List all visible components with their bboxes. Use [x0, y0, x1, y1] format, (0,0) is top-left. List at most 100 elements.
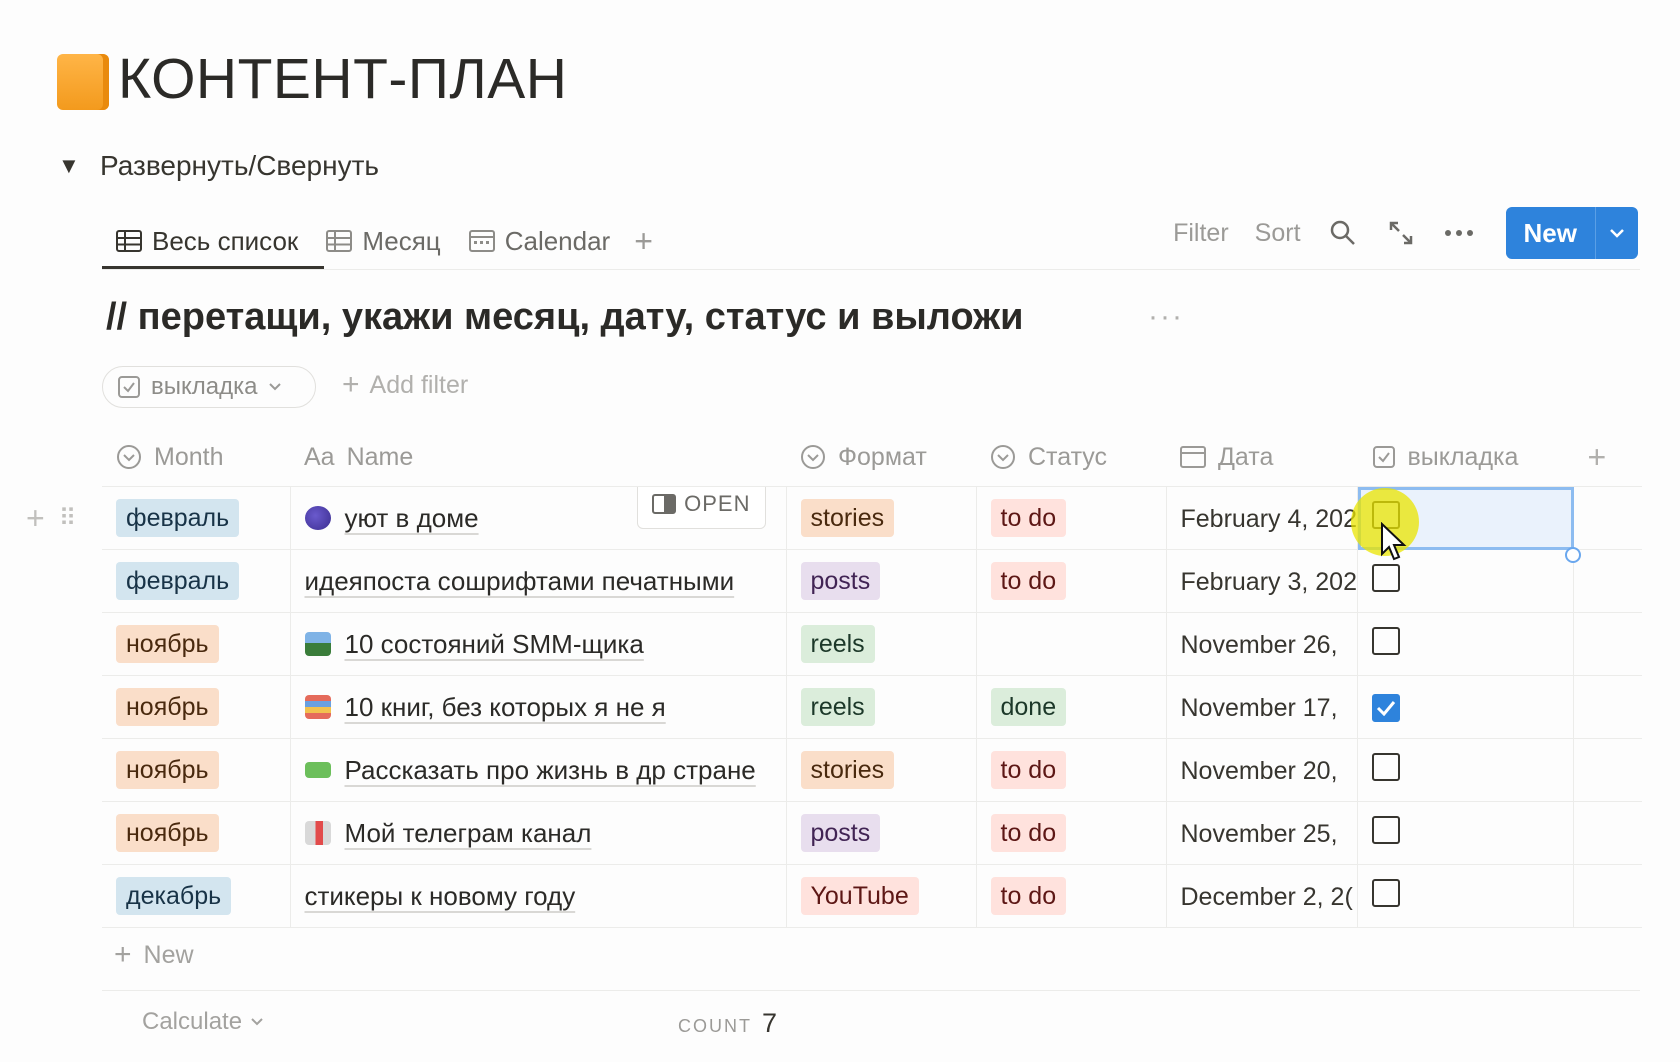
landscape-icon[interactable] — [304, 632, 331, 656]
cell-month[interactable]: декабрь — [102, 864, 291, 928]
table-row[interactable]: ноябрь Мой телеграм канал posts to do Novemb… — [102, 801, 1642, 865]
posted-checkbox[interactable] — [1372, 626, 1400, 655]
count-summary[interactable]: COUNT 7 — [678, 1008, 777, 1039]
cell-posted[interactable] — [1357, 738, 1574, 802]
cell-format[interactable]: stories — [786, 486, 977, 550]
cell-date[interactable]: December 2, 2( — [1166, 864, 1358, 928]
view-title[interactable]: // перетащи, укажи месяц, дату, статус и… — [106, 296, 1023, 339]
bookmark-icon[interactable] — [304, 821, 331, 845]
col-date[interactable]: Дата — [1166, 428, 1358, 487]
chevron-down-icon[interactable] — [1596, 228, 1638, 238]
selection-handle[interactable] — [1565, 547, 1581, 563]
cell-month[interactable]: февраль — [102, 486, 291, 550]
add-row-icon[interactable]: + — [26, 500, 45, 537]
row-title[interactable]: 10 состояний SMM-щика — [345, 629, 644, 660]
col-status[interactable]: Статус — [976, 428, 1166, 487]
cell-month[interactable]: ноябрь — [102, 675, 291, 739]
row-title[interactable]: Мой телеграм канал — [345, 818, 592, 849]
cell-status[interactable]: to do — [976, 549, 1167, 613]
row-title[interactable]: 10 книг, без которых я не я — [345, 692, 666, 723]
cell-date[interactable]: February 4, 202 — [1166, 486, 1358, 550]
row-title[interactable]: стикеры к новому году — [305, 881, 576, 912]
table-row[interactable]: ноябрь 10 книг, без которых я не я reels do… — [102, 675, 1642, 739]
cell-month[interactable]: ноябрь — [102, 738, 291, 802]
cell-status[interactable] — [976, 612, 1167, 676]
cell-name[interactable]: Мой телеграм канал — [290, 801, 787, 865]
cell-name[interactable]: 10 состояний SMM-щика — [290, 612, 787, 676]
cell-month[interactable]: ноябрь — [102, 612, 291, 676]
status-tag: done — [990, 688, 1067, 726]
cell-status[interactable]: to do — [976, 864, 1167, 928]
cell-name[interactable]: 10 книг, без которых я не я — [290, 675, 787, 739]
more-options-icon[interactable] — [1442, 216, 1476, 250]
row-title[interactable]: идеяпоста сошрифтами печатными — [305, 566, 735, 597]
books-icon[interactable] — [304, 695, 331, 719]
col-name[interactable]: Aa Name — [290, 428, 786, 487]
tab-month[interactable]: Месяц — [312, 216, 454, 266]
row-title[interactable]: Рассказать про жизнь в др стране — [345, 755, 756, 786]
cell-posted[interactable] — [1357, 801, 1574, 865]
new-button[interactable]: New — [1506, 218, 1595, 249]
cell-format[interactable]: YouTube — [786, 864, 977, 928]
expand-icon[interactable] — [1384, 216, 1418, 250]
view-title-more-icon[interactable]: ··· — [1148, 300, 1184, 334]
drag-handle-icon[interactable]: ⠿ — [59, 504, 77, 533]
search-icon[interactable] — [1326, 216, 1360, 250]
table-row[interactable]: ноябрь 10 состояний SMM-щика reels November… — [102, 612, 1642, 676]
cell-name[interactable]: идеяпоста сошрифтами печатными — [290, 549, 787, 613]
text-property-icon: Aa — [304, 442, 335, 471]
table-row[interactable]: ноябрь Рассказать про жизнь в др стране st… — [102, 738, 1642, 802]
posted-checkbox[interactable] — [1372, 752, 1400, 781]
cell-format[interactable]: reels — [786, 675, 977, 739]
table-row[interactable]: декабрь стикеры к новому году YouTube to do… — [102, 864, 1642, 928]
cell-posted[interactable] — [1357, 612, 1574, 676]
cell-name[interactable]: уют в доме OPEN — [290, 486, 787, 550]
row-title[interactable]: уют в доме — [345, 503, 479, 534]
tab-full-list[interactable]: Весь список — [102, 216, 312, 266]
col-month[interactable]: Month — [102, 428, 290, 487]
cell-format[interactable]: posts — [786, 549, 977, 613]
plus-icon: + — [342, 368, 360, 401]
cell-date[interactable]: November 26, — [1166, 612, 1358, 676]
posted-checkbox[interactable] — [1372, 815, 1400, 844]
add-property-icon[interactable]: + — [1573, 428, 1642, 487]
filter-pill-posted[interactable]: выкладка — [102, 366, 316, 408]
cell-name[interactable]: стикеры к новому году — [290, 864, 787, 928]
cell-format[interactable]: stories — [786, 738, 977, 802]
add-view-icon[interactable]: + — [624, 223, 663, 260]
posted-checkbox[interactable] — [1372, 878, 1400, 907]
tab-calendar[interactable]: Calendar — [455, 216, 625, 266]
cell-date[interactable]: November 17, — [1166, 675, 1358, 739]
cell-format[interactable]: posts — [786, 801, 977, 865]
grapes-icon[interactable] — [304, 506, 331, 530]
toggle-triangle-icon[interactable]: ▼ — [58, 153, 80, 179]
table-row[interactable]: февраль идеяпоста сошрифтами печатными pos… — [102, 549, 1642, 613]
filter-button[interactable]: Filter — [1160, 219, 1242, 248]
posted-checkbox[interactable] — [1372, 693, 1400, 722]
open-page-button[interactable]: OPEN — [637, 486, 766, 529]
cell-month[interactable]: ноябрь — [102, 801, 291, 865]
cell-date[interactable]: February 3, 202 — [1166, 549, 1358, 613]
cell-posted[interactable] — [1357, 864, 1574, 928]
page-icon-notebook[interactable] — [57, 54, 109, 110]
cell-status[interactable]: to do — [976, 801, 1167, 865]
cell-month[interactable]: февраль — [102, 549, 291, 613]
add-filter-button[interactable]: + Add filter — [342, 368, 468, 402]
col-format[interactable]: Формат — [786, 428, 976, 487]
sort-button[interactable]: Sort — [1242, 219, 1314, 248]
new-row-button[interactable]: + New — [114, 938, 194, 972]
cell-posted[interactable] — [1357, 675, 1574, 739]
cell-name[interactable]: Рассказать про жизнь в др стране — [290, 738, 787, 802]
col-posted[interactable]: выкладка — [1357, 428, 1574, 487]
cell-date[interactable]: November 25, — [1166, 801, 1358, 865]
cell-status[interactable]: done — [976, 675, 1167, 739]
banknote-icon[interactable] — [304, 762, 331, 778]
calculate-button[interactable]: Calculate — [142, 1008, 264, 1036]
cell-date[interactable]: November 20, — [1166, 738, 1358, 802]
posted-checkbox[interactable] — [1372, 563, 1400, 592]
toggle-block[interactable]: ▼ Развернуть/Свернуть — [58, 150, 379, 182]
cell-status[interactable]: to do — [976, 738, 1167, 802]
page-title[interactable]: КОНТЕНТ-ПЛАН — [118, 46, 567, 112]
cell-format[interactable]: reels — [786, 612, 977, 676]
cell-status[interactable]: to do — [976, 486, 1167, 550]
